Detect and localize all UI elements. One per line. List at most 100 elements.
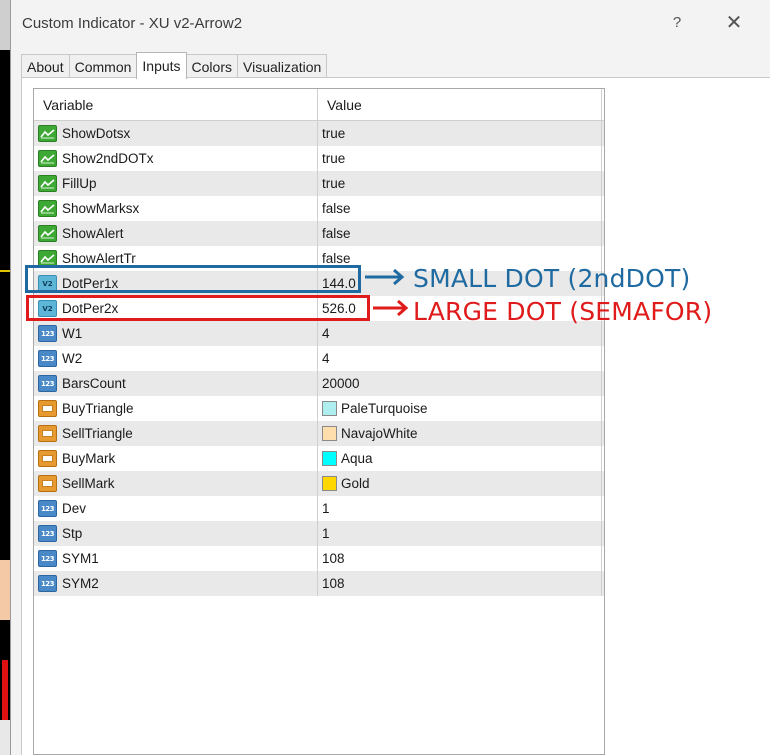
variable-cell[interactable]: 123 BarsCount — [34, 371, 318, 396]
variable-cell[interactable]: SellMark — [34, 471, 318, 496]
table-row[interactable]: BuyTriangle PaleTurquoise — [34, 396, 604, 421]
variable-value: NavajoWhite — [341, 426, 418, 441]
table-row[interactable]: Show2ndDOTx true — [34, 146, 604, 171]
variable-cell[interactable]: ShowMarksx — [34, 196, 318, 221]
value-cell[interactable]: 4 — [318, 346, 602, 371]
bool-icon — [38, 200, 57, 217]
inputs-grid: Variable Value ShowDotsx true Show2ndDOTx t… — [33, 88, 605, 755]
variable-value: false — [322, 201, 351, 216]
double-icon: V2 — [38, 300, 57, 317]
value-cell[interactable]: Aqua — [318, 446, 602, 471]
value-cell[interactable]: Gold — [318, 471, 602, 496]
variable-cell[interactable]: 123 W2 — [34, 346, 318, 371]
int-icon: 123 — [38, 375, 57, 392]
variable-value: 526.0 — [322, 301, 356, 316]
table-row[interactable]: 123 SYM1 108 — [34, 546, 604, 571]
bool-icon — [38, 225, 57, 242]
variable-name: ShowMarksx — [62, 201, 140, 216]
variable-value: 108 — [322, 576, 345, 591]
value-cell[interactable]: 108 — [318, 571, 602, 596]
variable-cell[interactable]: FillUp — [34, 171, 318, 196]
variable-value: 20000 — [322, 376, 360, 391]
chart-candle — [2, 660, 8, 720]
table-row[interactable]: 123 Dev 1 — [34, 496, 604, 521]
table-row[interactable]: SellTriangle NavajoWhite — [34, 421, 604, 446]
variable-value: 4 — [322, 351, 330, 366]
table-row[interactable]: 123 SYM2 108 — [34, 571, 604, 596]
variable-name: ShowAlert — [62, 226, 124, 241]
value-cell[interactable]: 108 — [318, 546, 602, 571]
variable-cell[interactable]: 123 SYM1 — [34, 546, 318, 571]
tab-colors[interactable]: Colors — [185, 54, 238, 78]
close-button[interactable]: ✕ — [718, 8, 750, 36]
value-cell[interactable]: 20000 — [318, 371, 602, 396]
red-arrow-icon — [373, 299, 409, 317]
variable-value: 108 — [322, 551, 345, 566]
value-cell[interactable]: false — [318, 221, 602, 246]
color-icon — [38, 400, 57, 417]
table-row[interactable]: BuyMark Aqua — [34, 446, 604, 471]
tab-about[interactable]: About — [21, 54, 70, 78]
variable-value: false — [322, 251, 351, 266]
value-cell[interactable]: 1 — [318, 496, 602, 521]
variable-cell[interactable]: 123 Stp — [34, 521, 318, 546]
variable-value: Aqua — [341, 451, 373, 466]
color-icon — [38, 425, 57, 442]
table-row[interactable]: SellMark Gold — [34, 471, 604, 496]
variable-name: BuyTriangle — [62, 401, 134, 416]
variable-name: SYM1 — [62, 551, 99, 566]
int-icon: 123 — [38, 550, 57, 567]
variable-cell[interactable]: 123 SYM2 — [34, 571, 318, 596]
variable-value: true — [322, 126, 346, 141]
value-cell[interactable]: 1 — [318, 521, 602, 546]
value-cell[interactable]: true — [318, 146, 602, 171]
table-row[interactable]: 123 W2 4 — [34, 346, 604, 371]
bool-icon — [38, 150, 57, 167]
variable-cell[interactable]: BuyTriangle — [34, 396, 318, 421]
help-button[interactable]: ? — [661, 8, 693, 36]
variable-value: 4 — [322, 326, 330, 341]
value-cell[interactable]: false — [318, 196, 602, 221]
bool-icon — [38, 250, 57, 267]
color-swatch — [322, 426, 337, 441]
table-row[interactable]: 123 BarsCount 20000 — [34, 371, 604, 396]
variable-value: 144.0 — [322, 276, 356, 291]
bool-icon — [38, 175, 57, 192]
variable-name: W1 — [62, 326, 83, 341]
table-row[interactable]: FillUp true — [34, 171, 604, 196]
variable-cell[interactable]: SellTriangle — [34, 421, 318, 446]
variable-cell[interactable]: V2 DotPer1x — [34, 271, 318, 296]
value-cell[interactable]: NavajoWhite — [318, 421, 602, 446]
variable-cell[interactable]: V2 DotPer2x — [34, 296, 318, 321]
value-cell[interactable]: true — [318, 171, 602, 196]
grid-header: Variable Value — [34, 89, 604, 121]
tab-inputs[interactable]: Inputs — [136, 52, 187, 79]
table-row[interactable]: ShowDotsx true — [34, 121, 604, 146]
small-dot-annotation: SMALL DOT (2ndDOT) — [413, 264, 691, 293]
variable-column-header[interactable]: Variable — [34, 89, 318, 120]
variable-cell[interactable]: 123 Dev — [34, 496, 318, 521]
value-cell[interactable]: true — [318, 121, 602, 146]
variable-cell[interactable]: ShowDotsx — [34, 121, 318, 146]
variable-name: ShowDotsx — [62, 126, 131, 141]
variable-name: SellMark — [62, 476, 115, 491]
title-bar[interactable]: Custom Indicator - XU v2-Arrow2 — [11, 0, 770, 46]
variable-cell[interactable]: BuyMark — [34, 446, 318, 471]
table-row[interactable]: ShowMarksx false — [34, 196, 604, 221]
tab-visualization[interactable]: Visualization — [237, 54, 328, 78]
variable-cell[interactable]: Show2ndDOTx — [34, 146, 318, 171]
variable-name: W2 — [62, 351, 83, 366]
variable-cell[interactable]: ShowAlert — [34, 221, 318, 246]
table-row[interactable]: 123 Stp 1 — [34, 521, 604, 546]
tab-common[interactable]: Common — [68, 54, 138, 78]
int-icon: 123 — [38, 325, 57, 342]
value-column-header[interactable]: Value — [318, 89, 602, 120]
value-cell[interactable]: PaleTurquoise — [318, 396, 602, 421]
tab-strip: About Common Inputs Colors Visualization — [21, 52, 328, 79]
bool-icon — [38, 125, 57, 142]
variable-name: Show2ndDOTx — [62, 151, 154, 166]
table-row[interactable]: ShowAlert false — [34, 221, 604, 246]
color-swatch — [322, 476, 337, 491]
variable-cell[interactable]: ShowAlertTr — [34, 246, 318, 271]
variable-cell[interactable]: 123 W1 — [34, 321, 318, 346]
